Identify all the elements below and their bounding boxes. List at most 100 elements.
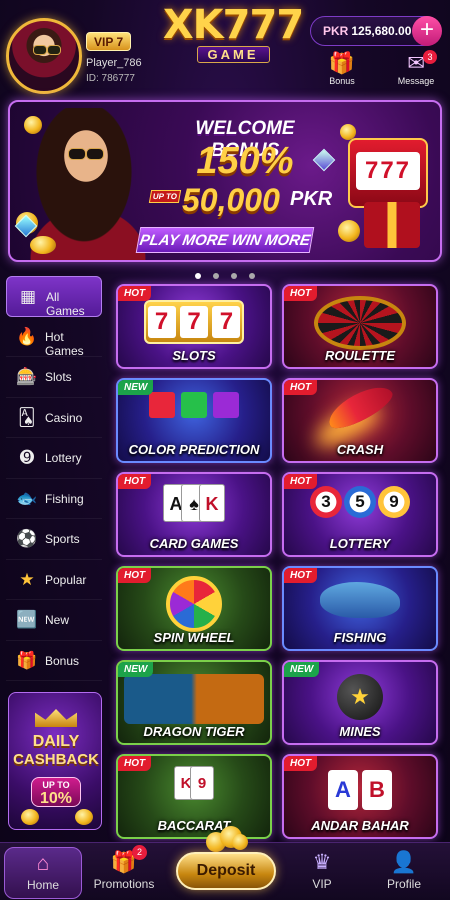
roulette-wheel-art [284, 294, 436, 352]
nav-profile-label: Profile [386, 877, 421, 891]
pagination-dot[interactable] [231, 273, 237, 279]
game-label: CARD GAMES [149, 536, 239, 551]
player-id: ID: 786777 [86, 73, 135, 84]
game-tile-card-games[interactable]: A ♠ K HOT CARD GAMES [116, 472, 272, 557]
lottery-balls-art: 359 [284, 482, 436, 540]
message-count-badge: 3 [423, 50, 437, 64]
game-tile-dragon-tiger[interactable]: NEW DRAGON TIGER [116, 660, 272, 745]
sidebar-item-hot-games[interactable]: 🔥 Hot Games [6, 317, 102, 358]
nav-vip[interactable]: ♛ VIP [282, 843, 362, 900]
lottery-ball-icon: ➒ [19, 448, 35, 467]
logo-text: XK777 [162, 2, 304, 48]
fish-icon: 🐟 [16, 488, 38, 508]
coin-icon [30, 236, 56, 254]
pagination-dot[interactable] [213, 273, 219, 279]
deposit-button[interactable]: Deposit [176, 852, 276, 890]
nav-profile[interactable]: 👤 Profile [364, 843, 444, 900]
sidebar-item-label: All Games [46, 290, 85, 318]
player-avatar[interactable] [6, 18, 82, 94]
coin-stack-icon [17, 807, 97, 827]
crown-icon: ♛ [312, 851, 332, 874]
sidebar-item-label: Popular [45, 572, 87, 587]
sidebar-item-new[interactable]: 🆕 New [6, 600, 102, 641]
sidebar-item-label: Lottery [45, 451, 82, 465]
star-icon: ★ [19, 569, 35, 589]
category-sidebar: ▦ All Games 🔥 Hot Games 🎰 Slots 🂡 Casino… [6, 276, 102, 681]
hot-tag: HOT [118, 474, 152, 489]
crown-icon [35, 701, 77, 727]
banner-upto-tag: UP TO [148, 190, 182, 203]
sidebar-item-slots[interactable]: 🎰 Slots [6, 357, 102, 398]
sidebar-item-lottery[interactable]: ➒ Lottery [6, 438, 102, 479]
coin-icon [338, 220, 360, 242]
sidebar-item-label: Fishing [45, 491, 84, 506]
message-label: Message [397, 76, 435, 86]
game-label: DRAGON TIGER [143, 724, 245, 739]
player-name: Player_786 [86, 57, 142, 69]
slot-machine-icon: 777 [348, 138, 428, 208]
banner-currency: PKR [290, 188, 333, 210]
promo-banner[interactable]: WELCOME BONUS 150% UP TO 50,000 PKR PLAY… [8, 100, 442, 262]
sidebar-item-sports[interactable]: ⚽ Sports [6, 519, 102, 560]
sidebar-item-label: Bonus [45, 653, 80, 668]
avatar-glasses [33, 45, 61, 55]
vip-badge[interactable]: VIP 7 [86, 32, 132, 51]
sidebar-item-popular[interactable]: ★ Popular [6, 560, 102, 600]
game-label: ROULETTE [324, 348, 396, 363]
color-cubes-art [118, 388, 270, 446]
grid-icon: ▦ [19, 287, 37, 306]
nav-vip-label: VIP [312, 877, 332, 891]
game-tile-spin-wheel[interactable]: HOT SPIN WHEEL [116, 566, 272, 651]
nav-home[interactable]: ⌂ Home [4, 847, 82, 899]
game-tile-mines[interactable]: ★ NEW MINES [282, 660, 438, 745]
nav-home-label: Home [26, 878, 59, 892]
game-tile-color-prediction[interactable]: NEW COLOR PREDICTION [116, 378, 272, 463]
header: VIP 7 Player_786 ID: 786777 XK777 GAME P… [0, 0, 450, 98]
sidebar-item-bonus[interactable]: 🎁 Bonus [6, 641, 102, 681]
logo-subtext: GAME [196, 46, 270, 63]
promotions-count-badge: 2 [132, 845, 147, 860]
daily-cashback-promo[interactable]: DAILY CASHBACK UP TO 10% [8, 692, 102, 830]
giftbox-icon [364, 202, 420, 248]
gift-icon: 🎁 [110, 851, 138, 874]
playing-cards-art: A ♠ K [118, 482, 270, 540]
nav-promotions[interactable]: 🎁 2 Promotions [84, 843, 164, 900]
game-label: CRASH [336, 442, 384, 457]
pagination-dot[interactable] [249, 273, 255, 279]
game-tile-andar-bahar[interactable]: AB HOT ANDAR BAHAR [282, 754, 438, 839]
user-icon: 👤 [390, 851, 418, 874]
add-funds-button[interactable]: + [412, 16, 442, 46]
banner-amount: 50,000 [182, 182, 280, 218]
spin-wheel-art [118, 576, 270, 634]
app-logo[interactable]: XK777 GAME [158, 4, 308, 66]
balance-amount: 125,680.00 [351, 24, 412, 38]
game-tile-fishing[interactable]: HOT FISHING [282, 566, 438, 651]
game-label: MINES [339, 724, 381, 739]
game-tile-crash[interactable]: HOT CRASH [282, 378, 438, 463]
sidebar-item-label: New [45, 613, 70, 627]
sidebar-item-label: Sports [45, 532, 80, 546]
slots-art: 7 7 7 [118, 294, 270, 352]
sidebar-item-casino[interactable]: 🂡 Casino [6, 398, 102, 438]
sidebar-item-label: Slots [45, 370, 72, 384]
sidebar-item-all-games[interactable]: ▦ All Games [6, 276, 102, 318]
rocket-art [284, 380, 436, 446]
banner-cta-button[interactable]: PLAY MORE WIN MORE [135, 227, 315, 253]
sidebar-item-fishing[interactable]: 🐟 Fishing [6, 479, 102, 519]
gift-icon: 🎁 [16, 650, 38, 670]
sidebar-item-label: Casino [45, 410, 83, 425]
gift-icon: 🎁 [328, 52, 356, 75]
game-tile-roulette[interactable]: HOT ROULETTE [282, 284, 438, 369]
message-button[interactable]: ✉ 3 Message [388, 50, 444, 86]
hot-tag: HOT [284, 568, 318, 583]
pagination-dot[interactable] [195, 273, 201, 279]
cashback-percent: 10% [39, 790, 73, 807]
balance-currency: PKR [323, 24, 349, 38]
game-tile-lottery[interactable]: 359 HOT LOTTERY [282, 472, 438, 557]
cashback-title-line2: CASHBACK [13, 751, 99, 768]
game-tile-slots[interactable]: 7 7 7 HOT SLOTS [116, 284, 272, 369]
dragon-tiger-art [118, 670, 270, 728]
soccer-ball-icon: ⚽ [16, 529, 38, 548]
bonus-button[interactable]: 🎁 Bonus [314, 52, 370, 86]
hot-tag: HOT [118, 568, 152, 583]
